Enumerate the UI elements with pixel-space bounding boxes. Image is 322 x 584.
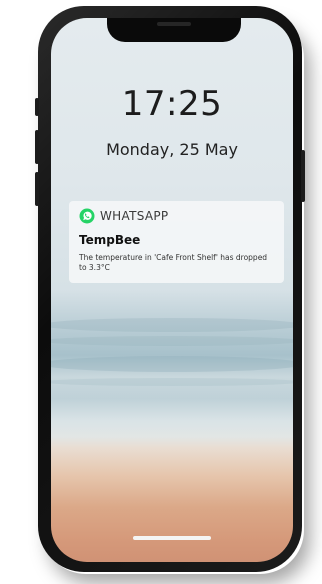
power-button xyxy=(301,150,305,202)
lock-screen-date: Monday, 25 May xyxy=(106,140,238,159)
volume-up-button xyxy=(35,130,39,164)
notification-body: The temperature in 'Cafe Front Shelf' ha… xyxy=(79,253,268,272)
silent-switch xyxy=(35,98,39,116)
notification-title: TempBee xyxy=(79,233,141,247)
sea-wave xyxy=(51,318,293,332)
lock-screen-time: 17:25 xyxy=(121,84,223,124)
volume-down-button xyxy=(35,172,39,206)
speaker-grille xyxy=(157,22,191,26)
sea-wave xyxy=(51,356,293,372)
notification-header: WHATSAPP xyxy=(79,208,168,224)
sea-wave xyxy=(51,378,293,386)
sea-wave xyxy=(51,336,293,346)
photo-stage: 17:25 Monday, 25 May WHATSAPP TempBee Th… xyxy=(0,0,322,584)
home-indicator[interactable] xyxy=(133,536,211,540)
notification-card[interactable]: WHATSAPP TempBee The temperature in 'Caf… xyxy=(69,201,284,283)
whatsapp-icon xyxy=(79,208,95,224)
notification-app-name: WHATSAPP xyxy=(100,209,169,223)
